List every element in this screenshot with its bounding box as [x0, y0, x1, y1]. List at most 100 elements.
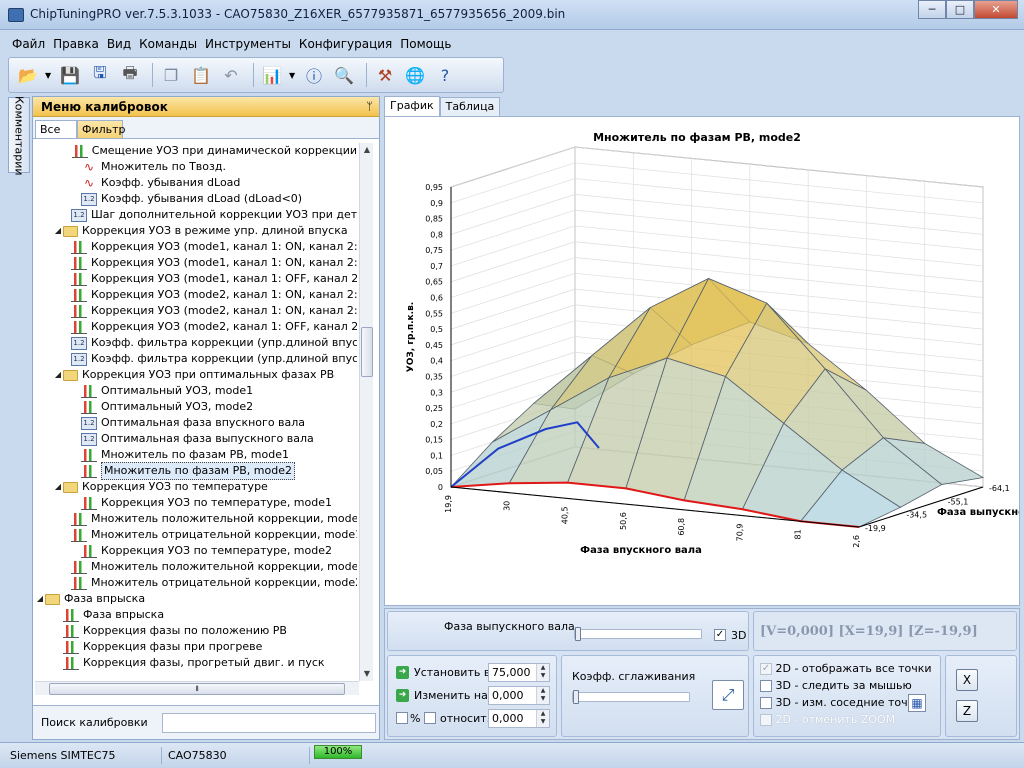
grid-button[interactable]: ▦ [908, 694, 926, 712]
tree-item[interactable]: 1.2 Коэфф. фильтра коррекции (упр.длиной … [35, 335, 357, 351]
info-icon[interactable]: ⓘ [301, 62, 327, 88]
print-icon[interactable]: 🖶 [117, 62, 143, 88]
expand-toggle-icon[interactable]: ◢ [53, 479, 63, 495]
hscroll-thumb[interactable]: ⦀ [49, 683, 345, 695]
relative-value-text[interactable]: 0,000 [492, 712, 524, 725]
opt-cancel-zoom-checkbox[interactable] [760, 714, 772, 726]
scroll-down-icon[interactable]: ▼ [360, 667, 374, 681]
tree-folder[interactable]: ◢ Коррекция УОЗ в режиме упр. длиной впус… [35, 223, 357, 239]
minimize-button[interactable]: ─ [918, 0, 946, 19]
set-apply-icon[interactable]: ➜ [396, 666, 409, 679]
tree-item[interactable]: 1.2 Оптимальная фаза впускного вала [35, 415, 357, 431]
tree-item[interactable]: Фаза впрыска [35, 607, 357, 623]
scroll-thumb[interactable] [361, 327, 373, 377]
tree-folder[interactable]: ◢ Фаза впрыска [35, 591, 357, 607]
tree-item[interactable]: ∿ Коэфф. убывания dLoad [35, 175, 357, 191]
tree-item[interactable]: Коррекция УОЗ (mode1, канал 1: ON, канал… [35, 255, 357, 271]
tree-item[interactable]: Множитель по фазам РВ, mode1 [35, 447, 357, 463]
comments-side-tab[interactable]: Комментарии [8, 96, 30, 176]
menu-view[interactable]: Вид [103, 37, 135, 51]
menu-commands[interactable]: Команды [135, 37, 201, 51]
x-axis-button[interactable]: X [956, 669, 978, 691]
tree-item[interactable]: Смещение УОЗ при динамической коррекции [35, 143, 357, 159]
maximize-button[interactable]: □ [946, 0, 974, 19]
surface-chart[interactable]: 0 0,05 0,1 0,15 0,2 0,25 0,3 0,35 0,4 0,45 0,5 0,55… [385, 117, 1024, 605]
tools-icon[interactable]: ⚒ [372, 62, 398, 88]
set-value-input[interactable]: 75,000 ▲ ▼ [488, 663, 550, 682]
menu-tools[interactable]: Инструменты [201, 37, 295, 51]
spin-arrows-icon[interactable]: ▲ ▼ [536, 710, 549, 727]
exhaust-slider-track[interactable] [574, 629, 702, 639]
save-icon[interactable]: 💾 [57, 62, 83, 88]
scroll-up-icon[interactable]: ▲ [360, 143, 374, 157]
relative-checkbox[interactable] [424, 712, 436, 724]
open-folder-icon[interactable]: 📂 [15, 62, 41, 88]
opt-follow-mouse-checkbox[interactable] [760, 680, 772, 692]
tree-item[interactable]: Коррекция УОЗ (mode2, канал 1: OFF, кана… [35, 319, 357, 335]
relative-value-input[interactable]: 0,000 ▲ ▼ [488, 709, 550, 728]
spin-arrows-icon[interactable]: ▲ ▼ [536, 687, 549, 704]
save-as-icon[interactable]: 🖫 [87, 62, 113, 88]
tab-table[interactable]: Таблица [439, 97, 501, 116]
tree-item[interactable]: Оптимальный УОЗ, mode1 [35, 383, 357, 399]
percent-checkbox[interactable] [396, 712, 408, 724]
tree-item[interactable]: Множитель положительной коррекции, mode2 [35, 559, 357, 575]
tab-all[interactable]: Все [35, 120, 77, 138]
tree-item[interactable]: 1.2 Оптимальная фаза выпускного вала [35, 431, 357, 447]
exhaust-slider-knob[interactable] [575, 627, 581, 641]
help-icon[interactable]: ? [432, 62, 458, 88]
smoothing-slider-track[interactable] [572, 692, 690, 702]
tree-item[interactable]: Множитель отрицательной коррекции, mode1 [35, 527, 357, 543]
tree-horizontal-scrollbar[interactable]: ⦀ [35, 681, 359, 695]
tree-item[interactable]: Множитель по фазам РВ, mode2 [35, 462, 357, 480]
expand-toggle-icon[interactable]: ◢ [53, 223, 63, 239]
tree-item[interactable]: Коррекция УОЗ (mode1, канал 1: OFF, кана… [35, 271, 357, 287]
tree-folder[interactable]: ◢ Коррекция УОЗ при оптимальных фазах РВ [35, 367, 357, 383]
opt-all-points-checkbox[interactable]: ✓ [760, 663, 772, 675]
network-icon[interactable]: 🌐 [402, 62, 428, 88]
menu-file[interactable]: Файл [8, 37, 49, 51]
threed-checkbox[interactable]: ✓ [714, 629, 726, 641]
tree-item[interactable]: Коррекция УОЗ (mode1, канал 1: ON, канал… [35, 239, 357, 255]
menu-config[interactable]: Конфигурация [295, 37, 396, 51]
tree-item[interactable]: Оптимальный УОЗ, mode2 [35, 399, 357, 415]
opt-neighbor-points-checkbox[interactable] [760, 697, 772, 709]
tree-item[interactable]: Множитель положительной коррекции, mode1 [35, 511, 357, 527]
tree-item[interactable]: Коррекция фазы по положению РВ [35, 623, 357, 639]
chart-dropdown-icon[interactable]: ▼ [289, 71, 297, 80]
tree-item[interactable]: 1.2 Коэфф. фильтра коррекции (упр.длиной … [35, 351, 357, 367]
smoothing-slider-knob[interactable] [573, 690, 579, 704]
expand-toggle-icon[interactable]: ◢ [35, 591, 45, 607]
tree-item[interactable]: Коррекция УОЗ (mode2, канал 1: ON, канал… [35, 303, 357, 319]
search-zoom-icon[interactable]: 🔍 [331, 62, 357, 88]
copy-icon[interactable]: ❐ [158, 62, 184, 88]
set-value-text[interactable]: 75,000 [492, 666, 531, 679]
tree-item[interactable]: 1.2 Коэфф. убывания dLoad (dLoad<0) [35, 191, 357, 207]
tree-item[interactable]: Коррекция УОЗ по температуре, mode2 [35, 543, 357, 559]
change-apply-icon[interactable]: ➜ [396, 689, 409, 702]
tree-vertical-scrollbar[interactable]: ▲ ▼ [359, 143, 373, 681]
change-value-text[interactable]: 0,000 [492, 689, 524, 702]
tree-item[interactable]: Коррекция фазы при прогреве [35, 639, 357, 655]
menu-help[interactable]: Помощь [396, 37, 455, 51]
tree-item[interactable]: ∿ Множитель по Твозд. [35, 159, 357, 175]
tree-item[interactable]: Коррекция фазы, прогретый двиг. и пуск [35, 655, 357, 671]
chart-icon[interactable]: 📊 [259, 62, 285, 88]
pin-icon[interactable]: ᛘ [366, 100, 373, 113]
tree-folder[interactable]: ◢ Коррекция УОЗ по температуре [35, 479, 357, 495]
chart-area[interactable]: 0 0,05 0,1 0,15 0,2 0,25 0,3 0,35 0,4 0,45 0,5 0,55… [384, 116, 1024, 606]
undo-icon[interactable]: ↶ [218, 62, 244, 88]
paste-icon[interactable]: 📋 [188, 62, 214, 88]
tab-filter[interactable]: Фильтр [77, 120, 126, 138]
z-axis-button[interactable]: Z [956, 700, 978, 722]
close-button[interactable]: ✕ [974, 0, 1018, 19]
tree-item[interactable]: Коррекция УОЗ по температуре, mode1 [35, 495, 357, 511]
smooth-apply-button[interactable]: ⤢ [712, 680, 744, 710]
tree-item[interactable]: 1.2 Шаг дополнительной коррекции УОЗ при … [35, 207, 357, 223]
expand-toggle-icon[interactable]: ◢ [53, 367, 63, 383]
tree-item[interactable]: Множитель отрицательной коррекции, mode2 [35, 575, 357, 591]
calibration-search-input[interactable] [161, 712, 376, 733]
spin-arrows-icon[interactable]: ▲ ▼ [536, 664, 549, 681]
tab-graph[interactable]: График [384, 96, 440, 116]
menu-edit[interactable]: Правка [49, 37, 103, 51]
